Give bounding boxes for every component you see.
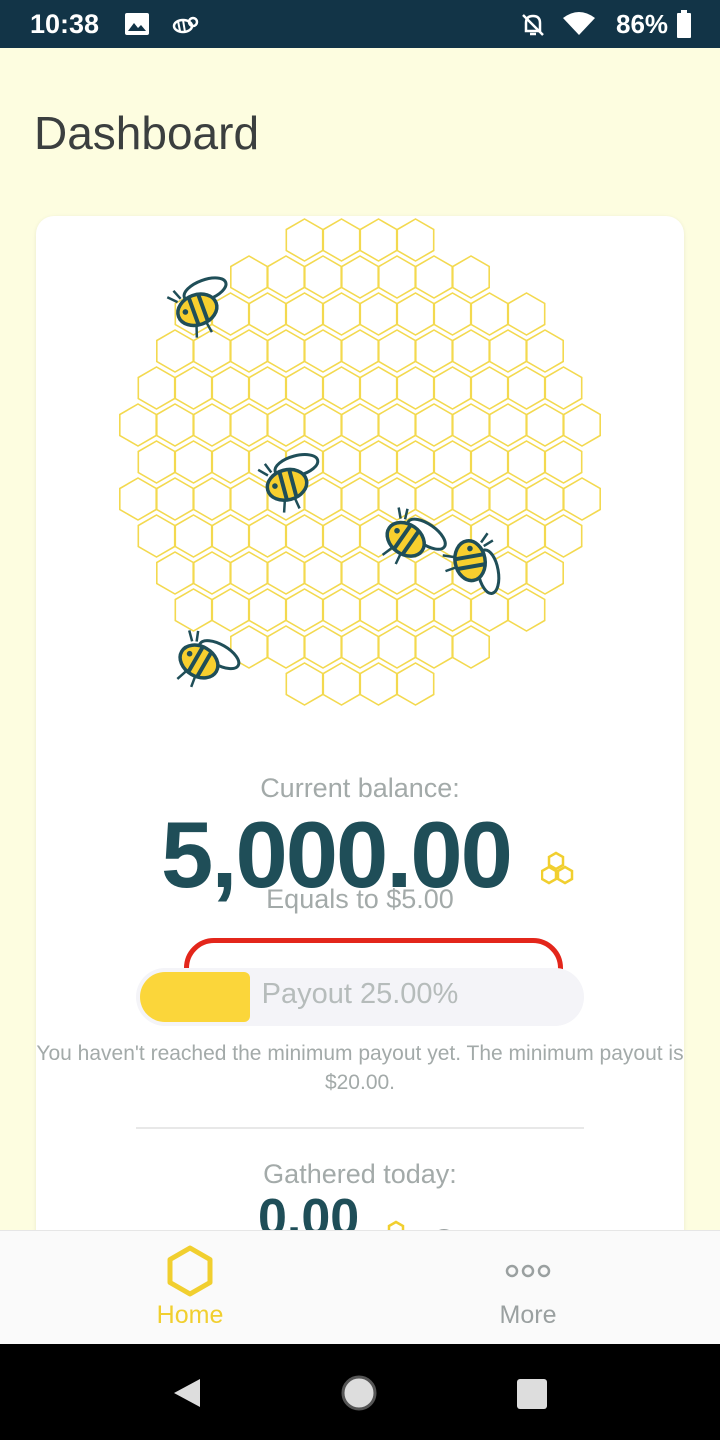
gathered-label: Gathered today:: [263, 1159, 457, 1189]
recents-icon[interactable]: [516, 1378, 548, 1410]
gathered-row: 0.00: [36, 1188, 684, 1230]
bell-off-icon: [520, 12, 546, 43]
balance-label: Current balance:: [260, 773, 460, 803]
status-bar: 10:38 86%: [0, 0, 720, 48]
bee-icon: [381, 507, 447, 565]
honeycomb-illustration: [119, 218, 601, 706]
nav-home[interactable]: Home: [10, 1231, 370, 1345]
page-title: Dashboard: [34, 107, 260, 159]
wifi-icon: [562, 10, 596, 41]
back-icon[interactable]: [170, 1377, 202, 1409]
payout-note: You haven't reached the minimum payout y…: [36, 1042, 684, 1094]
status-time: 10:38: [30, 9, 100, 39]
divider: [136, 1127, 584, 1129]
home-circle-icon[interactable]: [340, 1374, 378, 1412]
nav-home-label: Home: [156, 1301, 224, 1329]
app-content[interactable]: Dashboard Current balance: 5,000.00 Equa…: [0, 48, 720, 1230]
nav-more-label: More: [499, 1301, 557, 1329]
honey-hex-icon: [381, 1220, 421, 1230]
payout-label: Payout 25.00%: [261, 978, 459, 1010]
more-dots-icon: [503, 1261, 553, 1286]
nav-more[interactable]: More: [348, 1231, 708, 1345]
gathered-value: 0.00: [258, 1189, 360, 1230]
payout-progress-bar: Payout 25.00%: [136, 968, 584, 1026]
image-icon: [124, 12, 150, 41]
balance-card: Current balance: 5,000.00 Equals to $5.0…: [36, 216, 684, 1230]
bottom-navigation: Home More: [0, 1230, 720, 1345]
hexagon-icon: [165, 1245, 215, 1302]
system-navigation-bar: [0, 1344, 720, 1440]
battery-percent: 86%: [616, 9, 669, 39]
battery-icon: [676, 10, 692, 43]
equals-value: Equals to $5.00: [266, 884, 454, 914]
bee-notification-icon: [170, 12, 200, 41]
